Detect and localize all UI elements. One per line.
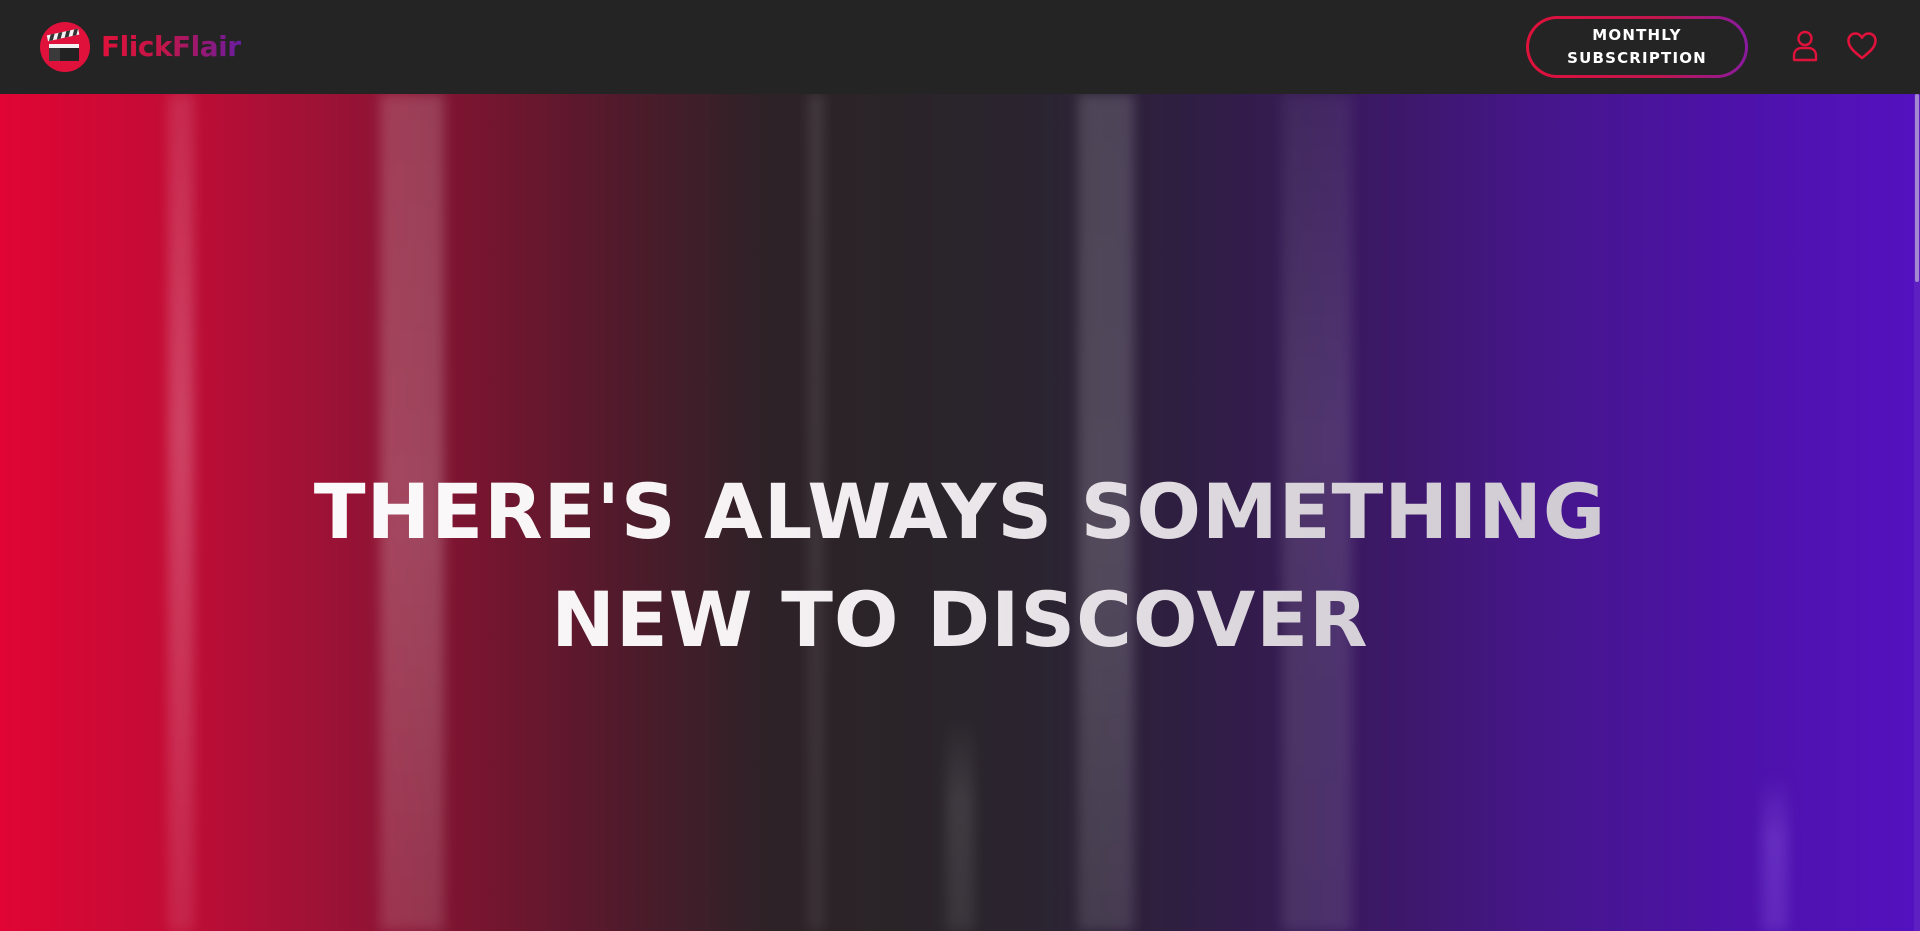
monthly-subscription-label: MONTHLY SUBSCRIPTION (1567, 26, 1707, 67)
hero-headline-line-1: THERE'S ALWAYS SOMETHING (313, 467, 1607, 556)
top-nav-bar: FlickFlair MONTHLY SUBSCRIPTION (0, 0, 1920, 94)
heart-icon (1847, 32, 1877, 60)
monthly-subscription-button[interactable]: MONTHLY SUBSCRIPTION (1526, 16, 1748, 78)
clapperboard-icon (40, 22, 90, 72)
user-icon (1792, 30, 1818, 62)
hero-headline: THERE'S ALWAYS SOMETHING NEW TO DISCOVER (0, 458, 1920, 674)
account-button[interactable] (1785, 26, 1825, 66)
brand-name: FlickFlair (101, 22, 241, 72)
page-scrollbar[interactable] (1914, 94, 1920, 931)
brand-logo-link[interactable]: FlickFlair (40, 22, 241, 72)
scrollbar-thumb[interactable] (1915, 94, 1919, 282)
hero-headline-line-2: NEW TO DISCOVER (551, 575, 1369, 664)
page: FlickFlair MONTHLY SUBSCRIPTION THERE'S … (0, 0, 1920, 931)
light-streak (1762, 774, 1788, 931)
favorites-button[interactable] (1842, 26, 1882, 66)
hero-banner: THERE'S ALWAYS SOMETHING NEW TO DISCOVER (0, 94, 1920, 931)
light-streak (946, 714, 974, 931)
